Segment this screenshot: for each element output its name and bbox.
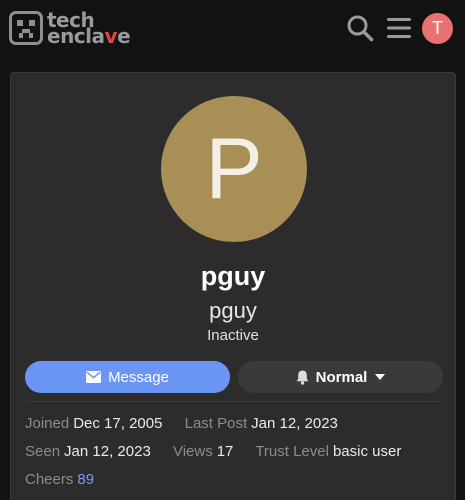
joined-label: Joined <box>25 415 70 432</box>
divider <box>25 401 443 402</box>
trust-level-label: Trust Level <box>255 443 329 460</box>
site-logo[interactable]: tech enclave <box>9 10 131 48</box>
profile-status: Inactive <box>207 327 259 344</box>
logo-wordmark: tech enclave <box>47 10 131 48</box>
logo-text-bottom: enclave <box>47 24 131 48</box>
last-post-label: Last Post <box>184 415 248 432</box>
views-value: 17 <box>216 443 234 460</box>
message-button[interactable]: Message <box>25 361 230 393</box>
joined-value: Dec 17, 2005 <box>73 415 163 432</box>
cheers-value[interactable]: 89 <box>77 471 94 488</box>
notification-level-button[interactable]: Normal <box>238 361 443 393</box>
logo-icon <box>9 11 43 45</box>
stats-row-seen: Seen Jan 12, 2023 Views 17 Trust Level basi… <box>25 443 419 460</box>
envelope-icon <box>86 371 102 383</box>
notification-level-label: Normal <box>315 368 368 386</box>
search-icon[interactable] <box>346 14 374 47</box>
views-label: Views <box>172 443 213 460</box>
caret-down-icon <box>375 374 386 380</box>
stats-row-joined: Joined Dec 17, 2005 Last Post Jan 12, 2023 <box>25 415 356 432</box>
stats-row-cheers: Cheers 89 <box>25 471 94 488</box>
profile-avatar: P <box>161 96 307 242</box>
hamburger-menu-icon[interactable] <box>387 14 411 47</box>
seen-label: Seen <box>25 443 61 460</box>
seen-value: Jan 12, 2023 <box>64 443 151 460</box>
profile-card: P pguy pguy Inactive Message Normal Join… <box>10 72 456 500</box>
cheers-label: Cheers <box>25 471 74 488</box>
last-post-value[interactable]: Jan 12, 2023 <box>251 415 338 432</box>
site-header: tech enclave T <box>0 0 465 58</box>
bell-icon <box>296 370 309 385</box>
profile-username: pguy <box>209 298 257 323</box>
profile-name: pguy <box>200 261 266 291</box>
user-avatar[interactable]: T <box>422 13 453 44</box>
trust-level-value: basic user <box>332 443 402 460</box>
message-button-label: Message <box>108 368 169 386</box>
